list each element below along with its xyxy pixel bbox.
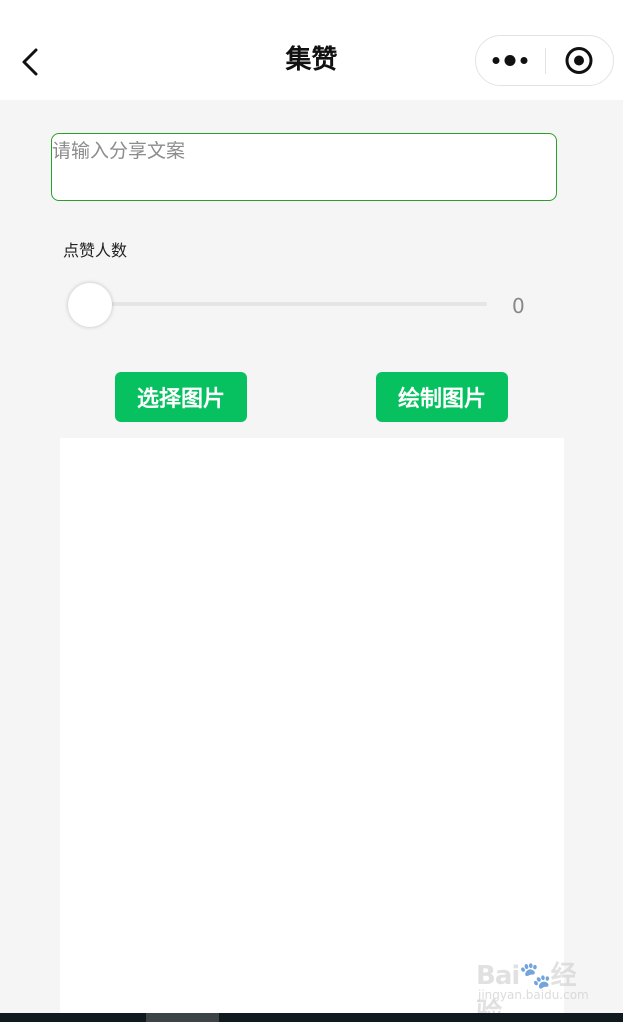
image-canvas xyxy=(60,438,564,1014)
likes-slider-track[interactable] xyxy=(90,302,487,306)
page: 集赞 点赞人数 0 选择图片 绘制图片 Bai🐾经验 xyxy=(0,0,623,1022)
likes-slider-value: 0 xyxy=(512,294,525,318)
bottom-bar xyxy=(0,1013,623,1022)
likes-count-label: 点赞人数 xyxy=(63,241,128,260)
select-image-button[interactable]: 选择图片 xyxy=(115,372,247,422)
share-text-input[interactable] xyxy=(51,133,557,201)
draw-image-button[interactable]: 绘制图片 xyxy=(376,372,508,422)
home-indicator xyxy=(146,1013,219,1022)
nav-bar: 集赞 xyxy=(0,0,623,100)
close-miniprogram-button[interactable] xyxy=(546,36,614,85)
more-dots-icon xyxy=(492,55,528,66)
more-button[interactable] xyxy=(476,36,545,85)
target-circle-icon xyxy=(565,47,593,74)
capsule-menu xyxy=(475,35,614,86)
likes-slider-thumb[interactable] xyxy=(68,283,112,327)
